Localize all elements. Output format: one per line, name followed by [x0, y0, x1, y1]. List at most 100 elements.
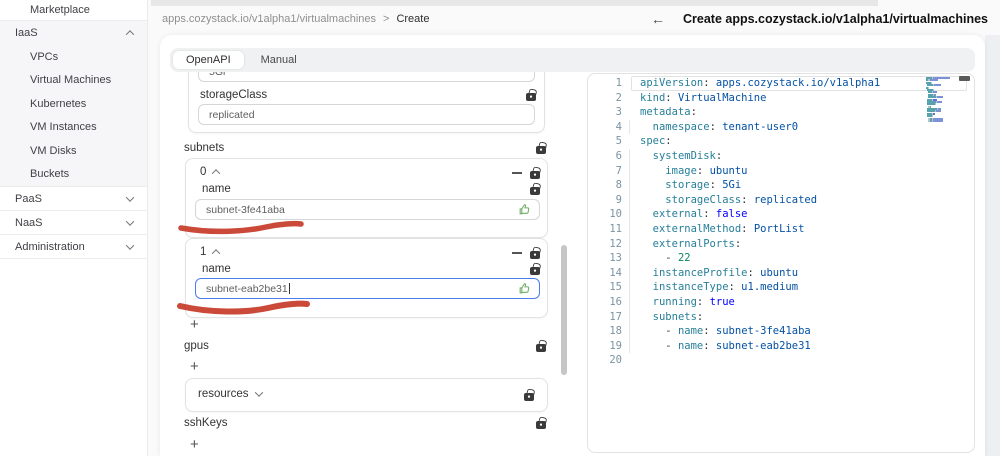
- chevron-down-icon: [125, 240, 135, 250]
- resources-label: resources: [198, 388, 249, 400]
- tab-openapi[interactable]: OpenAPI: [173, 51, 244, 69]
- sidebar-item-kubernetes[interactable]: Kubernetes: [0, 92, 147, 116]
- sidebar-item-label: Buckets: [30, 168, 70, 181]
- editor-line-4[interactable]: 4 namespace: tenant-user0: [588, 119, 974, 135]
- subnet-item-index: 1: [200, 246, 207, 258]
- chevron-down-icon: [125, 216, 135, 226]
- subnet-0-name-value: subnet-3fe41aba: [206, 203, 285, 216]
- storage-class-input[interactable]: replicated: [198, 104, 535, 125]
- lock-icon[interactable]: [536, 416, 546, 429]
- editor-line-10[interactable]: 10 external: false: [588, 207, 974, 222]
- add-gpu-button[interactable]: +: [190, 359, 199, 374]
- add-subnet-button[interactable]: +: [190, 317, 199, 332]
- subnet-1-name-label: name: [202, 263, 231, 275]
- editor-minimap[interactable]: [926, 77, 956, 125]
- editor-line-3[interactable]: 3 metadata:: [588, 105, 974, 120]
- form-scrollbar[interactable]: [561, 245, 567, 375]
- lock-icon[interactable]: [530, 182, 540, 195]
- sidebar-item-label: Kubernetes: [30, 97, 87, 110]
- sidebar-group-paas[interactable]: PaaS: [0, 187, 147, 211]
- drawer-header: ← Create apps.cozystack.io/v1alpha1/virt…: [651, 11, 988, 27]
- subnets-label: subnets: [184, 142, 225, 154]
- breadcrumb: apps.cozystack.io/v1alpha1/virtualmachin…: [162, 13, 429, 25]
- minus-icon[interactable]: [512, 172, 522, 174]
- lock-icon[interactable]: [524, 388, 534, 401]
- editor-line-6[interactable]: 6 systemDisk:: [588, 148, 974, 164]
- sidebar-item-label: VM Disks: [30, 144, 77, 157]
- sidebar-item-label: Virtual Machines: [30, 74, 112, 87]
- sidebar-item-vpcs[interactable]: VPCs: [0, 45, 147, 69]
- add-sshkey-button[interactable]: +: [190, 437, 199, 452]
- chevron-up-icon: [125, 30, 135, 39]
- sidebar-group-iaas-header[interactable]: IaaS: [0, 21, 147, 45]
- sidebar-item-marketplace[interactable]: Marketplace: [0, 0, 147, 21]
- back-arrow-icon[interactable]: ←: [651, 11, 665, 27]
- subnet-1-name-input[interactable]: subnet-eab2be31: [195, 278, 540, 299]
- storage-class-label: storageClass: [200, 89, 268, 101]
- lock-icon[interactable]: [526, 88, 536, 101]
- sidebar-group-label: Administration: [15, 240, 85, 253]
- page: Marketplace IaaS VPCs Virtual Machines K…: [0, 0, 1000, 456]
- editor-line-16[interactable]: 16 running: true: [588, 294, 974, 310]
- lock-icon[interactable]: [530, 166, 540, 179]
- editor-line-2[interactable]: 2 kind: VirtualMachine: [588, 91, 974, 106]
- text-caret: [288, 283, 290, 294]
- sidebar-item-vm-disks[interactable]: VM Disks: [0, 139, 147, 163]
- tab-manual[interactable]: Manual: [248, 51, 310, 69]
- lock-icon[interactable]: [530, 262, 540, 275]
- breadcrumb-current: Create: [396, 13, 430, 25]
- form-panel: 5Gi storageClass replicated subnets 0 na…: [178, 72, 550, 456]
- storage-input[interactable]: 5Gi: [198, 72, 535, 82]
- sidebar-group-iaas: IaaS VPCs Virtual Machines Kubernetes VM…: [0, 21, 147, 187]
- editor-line-19[interactable]: 19 - name: subnet-eab2be31: [588, 338, 974, 354]
- sidebar-group-label: NaaS: [15, 216, 43, 229]
- subnet-item-0-card: [185, 158, 548, 238]
- editor-line-1[interactable]: 1 apiVersion: apps.cozystack.io/v1alpha1: [588, 76, 974, 91]
- editor-line-14[interactable]: 14 instanceProfile: ubuntu: [588, 265, 974, 281]
- subnet-item-1-header[interactable]: 1: [200, 246, 221, 258]
- sidebar-group-label: PaaS: [15, 192, 42, 205]
- sidebar-group-naas[interactable]: NaaS: [0, 211, 147, 235]
- sidebar-item-virtual-machines[interactable]: Virtual Machines: [0, 69, 147, 93]
- thumbs-up-icon[interactable]: [518, 282, 531, 295]
- thumbs-up-icon[interactable]: [518, 203, 531, 216]
- editor-line-5[interactable]: 5 spec:: [588, 134, 974, 149]
- editor-line-15[interactable]: 15 instanceType: u1.medium: [588, 280, 974, 295]
- editor-line-13[interactable]: 13 - 22: [588, 251, 974, 266]
- editor-code: 1 apiVersion: apps.cozystack.io/v1alpha1 2…: [588, 76, 974, 368]
- editor-line-20[interactable]: 20: [588, 353, 974, 368]
- sidebar-item-buckets[interactable]: Buckets: [0, 163, 147, 187]
- storage-value: 5Gi: [209, 72, 225, 78]
- sshkeys-label: sshKeys: [184, 417, 228, 429]
- subnet-0-name-input[interactable]: subnet-3fe41aba: [195, 199, 540, 220]
- storage-class-value: replicated: [209, 108, 255, 121]
- page-title: Create apps.cozystack.io/v1alpha1/virtua…: [683, 12, 988, 26]
- minus-icon[interactable]: [512, 252, 522, 254]
- subnet-1-name-value: subnet-eab2be31: [206, 282, 288, 295]
- sidebar-item-label: Marketplace: [30, 4, 90, 16]
- breadcrumb-path[interactable]: apps.cozystack.io/v1alpha1/virtualmachin…: [162, 13, 376, 25]
- subnet-item-0-header[interactable]: 0: [200, 166, 221, 178]
- sidebar-item-vm-instances[interactable]: VM Instances: [0, 116, 147, 140]
- chevron-up-icon: [212, 169, 221, 178]
- editor-line-7[interactable]: 7 image: ubuntu: [588, 163, 974, 179]
- breadcrumb-separator: >: [383, 13, 390, 25]
- overview-ruler-marker: [959, 76, 970, 81]
- resources-toggle[interactable]: resources: [198, 388, 263, 400]
- editor-line-11[interactable]: 11 externalMethod: PortList: [588, 221, 974, 237]
- subnet-item-index: 0: [200, 166, 207, 178]
- lock-icon[interactable]: [530, 246, 540, 259]
- lock-icon[interactable]: [536, 141, 546, 154]
- lock-icon[interactable]: [536, 339, 546, 352]
- sidebar-item-label: VM Instances: [30, 121, 97, 134]
- sidebar-group-label: IaaS: [15, 27, 38, 39]
- editor-line-17[interactable]: 17 subnets:: [588, 309, 974, 325]
- editor-line-9[interactable]: 9 storageClass: replicated: [588, 192, 974, 208]
- chevron-up-icon: [212, 249, 221, 258]
- sidebar-group-administration[interactable]: Administration: [0, 235, 147, 259]
- editor-line-12[interactable]: 12 externalPorts:: [588, 236, 974, 252]
- editor-line-8[interactable]: 8 storage: 5Gi: [588, 178, 974, 193]
- editor-line-18[interactable]: 18 - name: subnet-3fe41aba: [588, 324, 974, 339]
- gpus-label: gpus: [184, 340, 209, 352]
- yaml-editor[interactable]: 1 apiVersion: apps.cozystack.io/v1alpha1 2…: [587, 73, 975, 453]
